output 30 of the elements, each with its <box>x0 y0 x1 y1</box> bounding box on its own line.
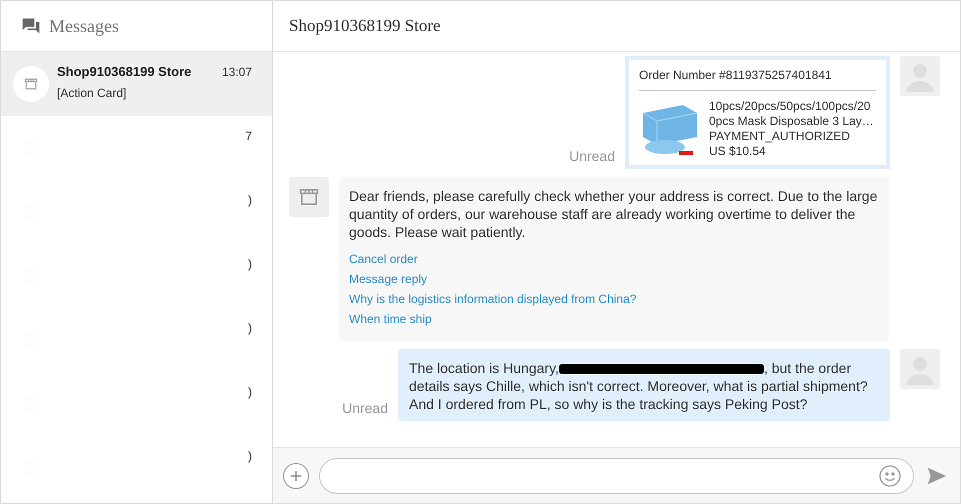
conversation-time: 13:07 <box>222 64 252 81</box>
conversation-preview: [Action Card] <box>57 84 128 102</box>
conversation-time: ) <box>248 192 252 209</box>
message-text: Dear friends, please carefully check whether your address is correct. Due to the large quantity of orders, our warehouse staff are already working overtime to deliver the goods. Please wait patiently. <box>349 187 878 241</box>
conversation-name: Shop910368199 Store <box>57 63 192 81</box>
chat-title: Shop910368199 Store <box>289 15 441 38</box>
unread-status: Unread <box>569 147 615 166</box>
message-input-field[interactable] <box>319 458 914 494</box>
message-text: The location is Hungary, , but the order details says Chille, which isn't correct. Moreover, what is partial shipment? And I ordered from PL, so why is the tracking says Peking Post? <box>409 359 869 413</box>
conversation-time: ) <box>248 384 252 401</box>
user-avatar-icon <box>900 56 940 96</box>
emoji-icon[interactable] <box>879 464 901 486</box>
order-card[interactable]: Order Number #8119375257401841 10pcs/20pcs/50pcs/100pcs/200pcs Mask Disposable 3 Lay… PAYMENT_AUTHORIZED US $10.54 <box>625 56 890 169</box>
conversation-time: ) <box>248 448 252 465</box>
payment-status: PAYMENT_AUTHORIZED <box>709 129 851 144</box>
chat-bubbles-icon <box>21 16 41 36</box>
unread-status: Unread <box>342 399 388 418</box>
user-avatar-icon <box>900 349 940 389</box>
conversation-time: 7 <box>245 128 252 145</box>
conversation-time: ) <box>248 256 252 273</box>
order-price: US $10.54 <box>709 144 767 159</box>
sidebar-title: Messages <box>49 14 119 38</box>
store-avatar-icon <box>13 66 49 102</box>
plus-icon <box>290 470 302 482</box>
order-number: Order Number #8119375257401841 <box>639 66 876 91</box>
product-title[interactable]: 10pcs/20pcs/50pcs/100pcs/200pcs Mask Disposable 3 Lay… <box>709 99 876 129</box>
conversation-item[interactable]: Shop910368199 Store [Action Card] 13:07 <box>1 52 272 116</box>
conversation-time: ) <box>248 320 252 337</box>
store-avatar-icon <box>289 177 329 217</box>
add-button[interactable] <box>283 462 309 488</box>
